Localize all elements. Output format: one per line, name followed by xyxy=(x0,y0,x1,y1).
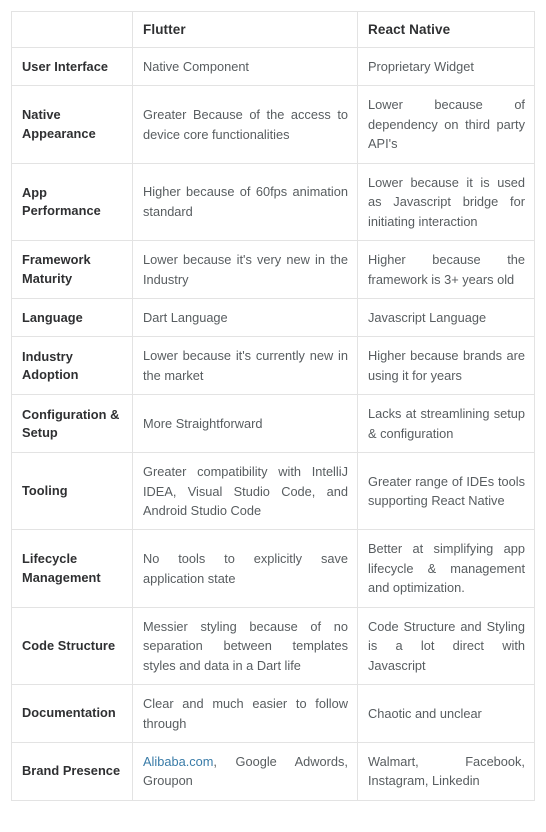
row-label-configuration-setup: Configuration & Setup xyxy=(11,394,133,454)
cell-flutter-lifecycle-management: No tools to explicitly save application … xyxy=(132,529,358,608)
table-body: User Interface Native Component Propriet… xyxy=(11,46,535,801)
row-label-language: Language xyxy=(11,297,133,338)
column-header-flutter: Flutter xyxy=(132,11,358,48)
row-label-user-interface: User Interface xyxy=(11,46,133,87)
row-label-tooling: Tooling xyxy=(11,452,133,531)
cell-react-native-tooling: Greater range of IDEs tools supporting R… xyxy=(357,452,535,531)
cell-flutter-configuration-setup: More Straightforward xyxy=(132,394,358,454)
cell-react-native-documentation: Chaotic and unclear xyxy=(357,684,535,743)
table-row: Industry Adoption Lower because it's cur… xyxy=(11,336,535,396)
cell-react-native-native-appearance: Lower because of dependency on third par… xyxy=(357,85,535,164)
cell-flutter-language: Dart Language xyxy=(132,297,358,338)
table-row: User Interface Native Component Propriet… xyxy=(11,46,535,87)
cell-flutter-industry-adoption: Lower because it's currently new in the … xyxy=(132,336,358,396)
cell-flutter-tooling: Greater compatibility with IntelliJ IDEA… xyxy=(132,452,358,531)
alibaba-link[interactable]: Alibaba.com xyxy=(143,754,213,769)
cell-react-native-configuration-setup: Lacks at streamlining setup & configurat… xyxy=(357,394,535,454)
row-label-app-performance: App Performance xyxy=(11,162,133,242)
row-label-documentation: Documentation xyxy=(11,684,133,743)
table-row: Configuration & Setup More Straightforwa… xyxy=(11,394,535,454)
cell-react-native-app-performance: Lower because it is used as Javascript b… xyxy=(357,162,535,242)
cell-flutter-documentation: Clear and much easier to follow through xyxy=(132,684,358,743)
row-label-brand-presence: Brand Presence xyxy=(11,741,133,801)
table-row: Native Appearance Greater Because of the… xyxy=(11,85,535,164)
table-row: Lifecycle Management No tools to explici… xyxy=(11,529,535,608)
table-row: Brand Presence Alibaba.com, Google Adwor… xyxy=(11,741,535,801)
comparison-table-page: Flutter React Native User Interface Nati… xyxy=(0,0,546,832)
cell-react-native-language: Javascript Language xyxy=(357,297,535,338)
table-row: Code Structure Messier styling because o… xyxy=(11,606,535,686)
cell-react-native-brand-presence: Walmart, Facebook, Instagram, Linkedin xyxy=(357,741,535,801)
column-header-react-native: React Native xyxy=(357,11,535,48)
cell-flutter-app-performance: Higher because of 60fps animation standa… xyxy=(132,162,358,242)
table-row: Documentation Clear and much easier to f… xyxy=(11,684,535,743)
cell-react-native-user-interface: Proprietary Widget xyxy=(357,46,535,87)
column-header-feature xyxy=(11,11,133,48)
cell-react-native-framework-maturity: Higher because the framework is 3+ years… xyxy=(357,240,535,299)
cell-react-native-industry-adoption: Higher because brands are using it for y… xyxy=(357,336,535,396)
cell-react-native-code-structure: Code Structure and Styling is a lot dire… xyxy=(357,606,535,686)
table-row: App Performance Higher because of 60fps … xyxy=(11,162,535,242)
flutter-vs-react-native-table: Flutter React Native User Interface Nati… xyxy=(11,11,535,801)
cell-flutter-framework-maturity: Lower because it's very new in the Indus… xyxy=(132,240,358,299)
table-header: Flutter React Native xyxy=(11,11,535,48)
cell-flutter-code-structure: Messier styling because of no separation… xyxy=(132,606,358,686)
cell-flutter-brand-presence: Alibaba.com, Google Adwords, Groupon xyxy=(132,741,358,801)
table-row: Framework Maturity Lower because it's ve… xyxy=(11,240,535,299)
row-label-lifecycle-management: Lifecycle Management xyxy=(11,529,133,608)
row-label-native-appearance: Native Appearance xyxy=(11,85,133,164)
cell-flutter-user-interface: Native Component xyxy=(132,46,358,87)
row-label-code-structure: Code Structure xyxy=(11,606,133,686)
cell-react-native-lifecycle-management: Better at simplifying app lifecycle & ma… xyxy=(357,529,535,608)
row-label-framework-maturity: Framework Maturity xyxy=(11,240,133,299)
table-row: Tooling Greater compatibility with Intel… xyxy=(11,452,535,531)
table-row: Language Dart Language Javascript Langua… xyxy=(11,297,535,338)
cell-flutter-native-appearance: Greater Because of the access to device … xyxy=(132,85,358,164)
row-label-industry-adoption: Industry Adoption xyxy=(11,336,133,396)
table-header-row: Flutter React Native xyxy=(11,11,535,48)
